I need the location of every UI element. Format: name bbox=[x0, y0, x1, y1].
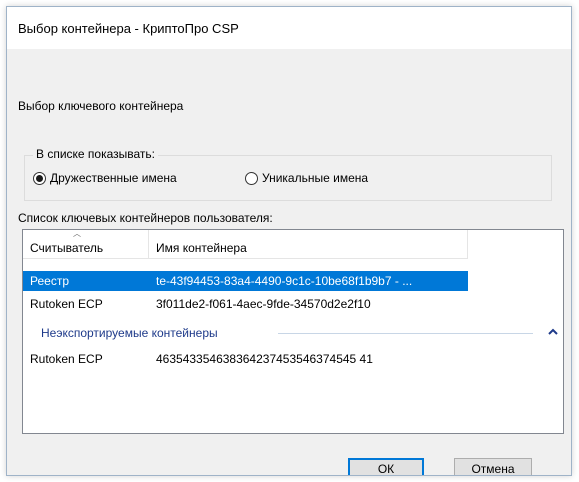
container-list-caption: Список ключевых контейнеров пользователя… bbox=[18, 211, 273, 225]
dialog-caption: Выбор ключевого контейнера bbox=[18, 99, 184, 113]
cancel-button[interactable]: Отмена bbox=[454, 458, 532, 475]
window-title: Выбор контейнера - КриптоПро CSP bbox=[18, 21, 239, 36]
group-header-non-exportable[interactable]: Неэкспортируемые контейнеры bbox=[23, 323, 563, 343]
show-in-list-group: В списке показывать: Дружественные имена… bbox=[24, 147, 552, 201]
radio-unchecked-icon bbox=[245, 171, 258, 185]
radio-friendly-names-label: Дружественные имена bbox=[50, 171, 177, 185]
radio-friendly-names[interactable]: Дружественные имена bbox=[33, 171, 177, 185]
column-header-container-name[interactable]: Имя контейнера bbox=[149, 230, 468, 258]
show-in-list-legend: В списке показывать: bbox=[33, 147, 159, 161]
row-reader: Rutoken ECP bbox=[30, 297, 103, 311]
radio-unique-names[interactable]: Уникальные имена bbox=[245, 171, 368, 185]
container-list[interactable]: ︿ Считыватель Имя контейнера Реестр te-4… bbox=[22, 229, 564, 434]
row-reader: Реестр bbox=[30, 274, 69, 288]
title-bar[interactable]: Выбор контейнера - КриптоПро CSP bbox=[7, 7, 571, 49]
table-row[interactable]: Rutoken ECP 3f011de2-f061-4aec-9fde-3457… bbox=[23, 294, 468, 314]
group-title: Неэкспортируемые контейнеры bbox=[41, 326, 218, 340]
column-header-reader[interactable]: ︿ Считыватель bbox=[23, 230, 149, 258]
chevron-up-icon[interactable] bbox=[546, 324, 560, 340]
list-header: ︿ Считыватель Имя контейнера bbox=[23, 230, 468, 259]
table-row[interactable]: Реестр te-43f94453-83a4-4490-9c1c-10be68… bbox=[23, 271, 468, 291]
radio-checked-icon bbox=[33, 171, 46, 185]
column-header-reader-label: Считыватель bbox=[30, 241, 104, 255]
row-reader: Rutoken ECP bbox=[30, 352, 103, 366]
column-header-container-name-label: Имя контейнера bbox=[156, 241, 247, 255]
group-divider bbox=[278, 333, 533, 334]
ok-button[interactable]: ОК bbox=[348, 458, 424, 475]
table-row[interactable]: Rutoken ECP 4635433546383642374535463745… bbox=[23, 349, 468, 369]
container-selection-dialog: Выбор контейнера - КриптоПро CSP Выбор к… bbox=[6, 6, 572, 476]
row-container-name: 3f011de2-f061-4aec-9fde-34570d2e2f10 bbox=[156, 297, 371, 311]
row-container-name: 463543354638364237453546374545 41 bbox=[156, 352, 373, 366]
radio-unique-names-label: Уникальные имена bbox=[262, 171, 369, 185]
sort-ascending-icon: ︿ bbox=[73, 229, 81, 238]
row-container-name: te-43f94453-83a4-4490-9c1c-10be68f1b9b7 … bbox=[156, 274, 413, 288]
